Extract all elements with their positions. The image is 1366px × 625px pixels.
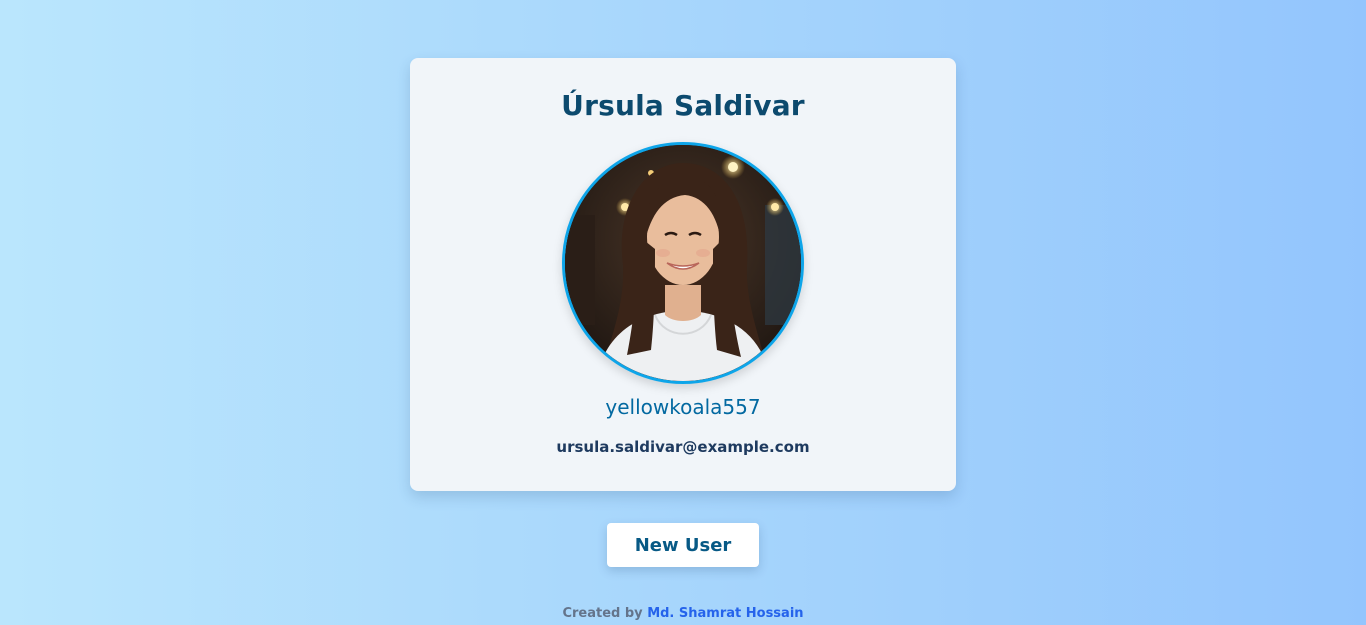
- new-user-button[interactable]: New User: [607, 523, 759, 567]
- user-avatar: [562, 142, 804, 384]
- footer-credit: Created by Md. Shamrat Hossain: [0, 606, 1366, 621]
- user-email: ursula.saldivar@example.com: [556, 438, 810, 456]
- avatar-photo: [565, 145, 801, 381]
- author-link[interactable]: Md. Shamrat Hossain: [647, 606, 803, 621]
- footer-prefix: Created by: [562, 606, 643, 621]
- user-username: yellowkoala557: [605, 395, 761, 419]
- user-card: Úrsula Saldivar yellowkoala557 ursula.sa…: [410, 58, 956, 491]
- user-name: Úrsula Saldivar: [561, 89, 805, 122]
